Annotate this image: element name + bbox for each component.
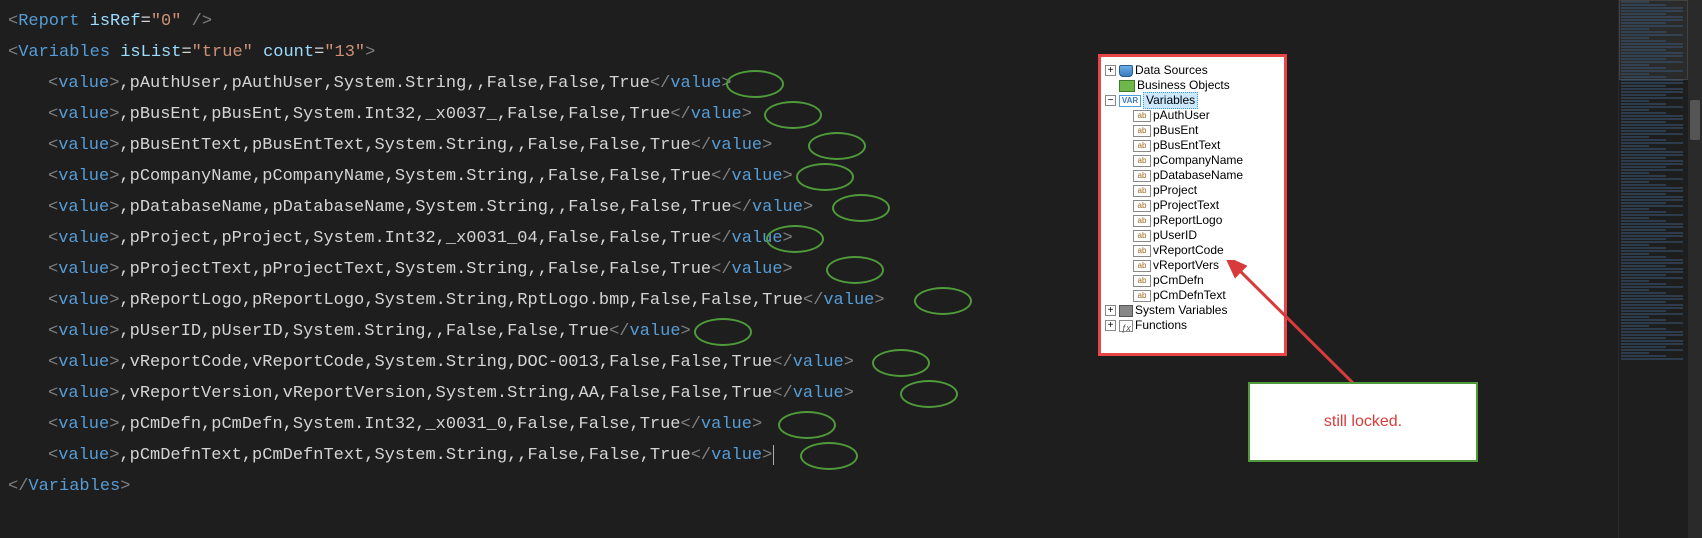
field-icon: ab [1133,125,1151,137]
field-icon: ab [1133,170,1151,182]
expand-icon[interactable]: + [1105,305,1116,316]
field-icon: ab [1133,260,1151,272]
tree-variable-item[interactable]: abpProjectText [1105,198,1280,213]
field-icon: ab [1133,230,1151,242]
field-icon: ab [1133,245,1151,257]
field-icon: ab [1133,290,1151,302]
tree-variable-item[interactable]: abpBusEntText [1105,138,1280,153]
annotation-callout: still locked. [1248,382,1478,462]
xml-value-line: <value>,pProject,pProject,System.Int32,_… [8,223,1694,254]
annotation-circle [800,442,858,470]
minimap[interactable] [1618,0,1688,538]
annotation-circle [914,287,972,315]
tree-variable-item[interactable]: abpAuthUser [1105,108,1280,123]
xml-value-line: <value>,pAuthUser,pAuthUser,System.Strin… [8,68,1694,99]
tree-node-system-variables[interactable]: + System Variables [1105,303,1280,318]
tree-variable-item[interactable]: abpCmDefn [1105,273,1280,288]
collapse-icon[interactable]: − [1105,95,1116,106]
tree-variable-item[interactable]: abpDatabaseName [1105,168,1280,183]
annotation-circle [826,256,884,284]
tree-variable-item[interactable]: abpBusEnt [1105,123,1280,138]
xml-value-line: <value>,pDatabaseName,pDatabaseName,Syst… [8,192,1694,223]
tree-variable-item[interactable]: abpUserID [1105,228,1280,243]
scrollbar-thumb[interactable] [1690,100,1700,140]
xml-value-line: <value>,pCompanyName,pCompanyName,System… [8,161,1694,192]
function-icon: ƒx [1119,320,1133,332]
annotation-circle [694,318,752,346]
xml-value-line: <value>,pBusEntText,pBusEntText,System.S… [8,130,1694,161]
field-icon: ab [1133,185,1151,197]
xml-value-line: <value>,pReportLogo,pReportLogo,System.S… [8,285,1694,316]
tree-variable-item[interactable]: abpCompanyName [1105,153,1280,168]
xml-line: <Variables isList="true" count="13"> [8,37,1694,68]
tree-variable-item[interactable]: abpReportLogo [1105,213,1280,228]
tree-variable-item[interactable]: abpCmDefnText [1105,288,1280,303]
annotation-circle [778,411,836,439]
field-icon: ab [1133,140,1151,152]
annotation-circle [796,163,854,191]
xml-value-line: <value>,vReportCode,vReportCode,System.S… [8,347,1694,378]
variables-tree-panel: + Data Sources Business Objects − VAR Va… [1098,54,1287,356]
expand-icon[interactable]: + [1105,320,1116,331]
text-cursor [773,445,774,465]
xml-line: </Variables> [8,471,1694,502]
xml-line: <Report isRef="0" /> [8,6,1694,37]
annotation-circle [872,349,930,377]
tree-node-business-objects[interactable]: Business Objects [1105,78,1280,93]
tree-node-functions[interactable]: + ƒx Functions [1105,318,1280,333]
field-icon: ab [1133,200,1151,212]
object-icon [1119,80,1135,92]
annotation-circle [726,70,784,98]
annotation-circle [832,194,890,222]
xml-value-line: <value>,pUserID,pUserID,System.String,,F… [8,316,1694,347]
xml-value-line: <value>,pBusEnt,pBusEnt,System.Int32,_x0… [8,99,1694,130]
field-icon: ab [1133,155,1151,167]
annotation-circle [764,101,822,129]
vertical-scrollbar[interactable] [1688,0,1702,538]
tree-variable-item[interactable]: abvReportVers [1105,258,1280,273]
tree-variable-item[interactable]: abpProject [1105,183,1280,198]
annotation-circle [900,380,958,408]
expand-icon[interactable]: + [1105,65,1116,76]
system-icon [1119,305,1133,317]
tree-node-data-sources[interactable]: + Data Sources [1105,63,1280,78]
field-icon: ab [1133,215,1151,227]
annotation-circle [808,132,866,160]
tree-variable-item[interactable]: abvReportCode [1105,243,1280,258]
field-icon: ab [1133,275,1151,287]
xml-value-line: <value>,pProjectText,pProjectText,System… [8,254,1694,285]
database-icon [1119,65,1133,77]
variables-icon: VAR [1119,95,1141,107]
field-icon: ab [1133,110,1151,122]
tree-node-variables[interactable]: − VAR Variables [1105,93,1280,108]
